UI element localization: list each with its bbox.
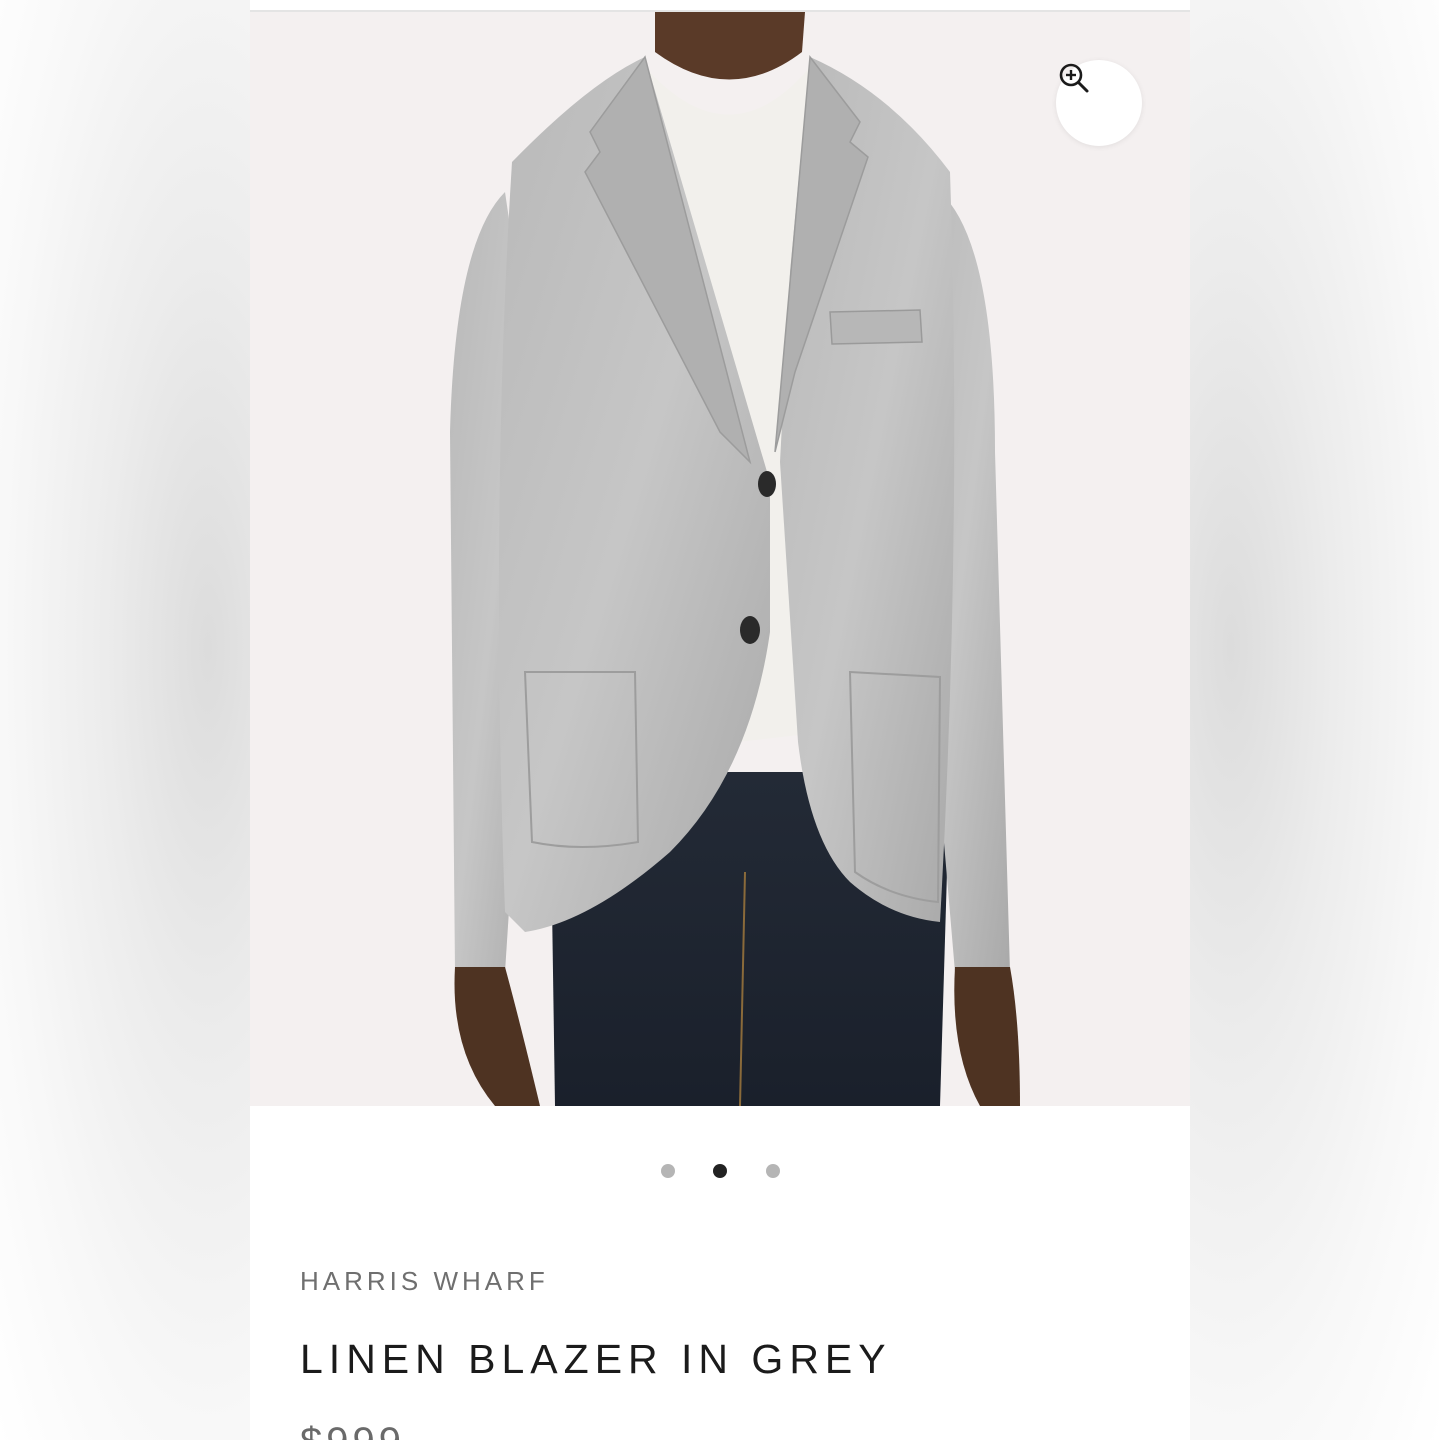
backdrop-right	[1179, 0, 1439, 1440]
product-page: HARRIS WHARF LINEN BLAZER IN GREY $999	[250, 0, 1190, 1440]
product-photo	[450, 12, 1020, 1106]
pagination-dot-2[interactable]	[713, 1164, 727, 1178]
zoom-in-icon	[1059, 63, 1089, 93]
top-divider	[250, 0, 1190, 12]
image-pagination	[250, 1164, 1190, 1180]
product-price: $999	[300, 1420, 405, 1440]
pagination-dot-3[interactable]	[766, 1164, 780, 1178]
product-brand[interactable]: HARRIS WHARF	[300, 1266, 549, 1297]
zoom-button[interactable]	[1056, 60, 1142, 146]
pagination-dot-1[interactable]	[661, 1164, 675, 1178]
product-image[interactable]	[250, 12, 1190, 1106]
backdrop-left	[0, 0, 260, 1440]
product-title: LINEN BLAZER IN GREY	[300, 1336, 892, 1382]
